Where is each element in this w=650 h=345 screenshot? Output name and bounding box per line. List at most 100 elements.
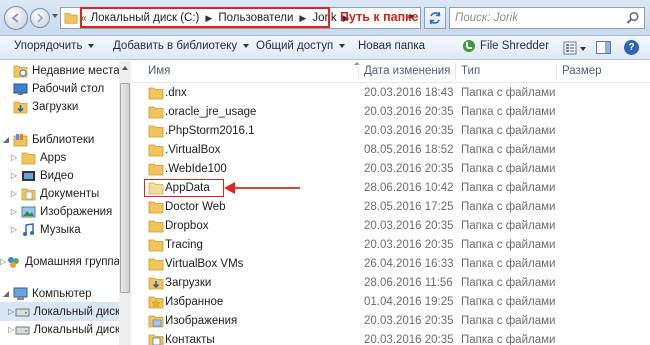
search-input[interactable]: Поиск: Jorik bbox=[449, 7, 645, 29]
recent-pages-dropdown[interactable] bbox=[52, 14, 58, 18]
nav-item-music[interactable]: ▷ Музыка bbox=[0, 220, 120, 239]
collapse-arrow-icon[interactable]: ◢ bbox=[0, 289, 12, 298]
nav-item-label: Рабочий стол bbox=[32, 82, 105, 95]
folder-icon bbox=[148, 87, 164, 100]
file-row[interactable]: Избранное 01.04.2016 19:25 Папка с файла… bbox=[132, 293, 650, 312]
expand-arrow-icon[interactable]: ▷ bbox=[8, 225, 20, 234]
nav-item-homegroup[interactable]: ▷ Домашняя группа bbox=[0, 252, 120, 271]
nav-item-libraries[interactable]: ◢ Библиотеки bbox=[0, 130, 120, 149]
back-button[interactable] bbox=[4, 6, 28, 30]
file-row[interactable]: Контакты 20.03.2016 20:35 Папка с файлам… bbox=[132, 331, 650, 345]
file-name: Tracing bbox=[165, 239, 203, 251]
column-header-type[interactable]: Тип bbox=[461, 65, 480, 77]
scroll-up-icon[interactable] bbox=[122, 66, 128, 70]
expand-arrow-icon[interactable]: ▷ bbox=[8, 171, 20, 180]
column-divider[interactable] bbox=[556, 63, 557, 80]
nav-item-downloads[interactable]: Загрузки bbox=[0, 97, 120, 116]
nav-item-label: Документы bbox=[40, 187, 100, 200]
nav-item-video[interactable]: ▷ Видео bbox=[0, 166, 120, 185]
column-header-date[interactable]: Дата изменения bbox=[364, 65, 450, 77]
column-divider[interactable] bbox=[455, 63, 456, 80]
file-shredder-label: File Shredder bbox=[480, 40, 550, 52]
expand-arrow-icon[interactable]: ▷ bbox=[8, 153, 20, 162]
file-shredder-button[interactable]: File Shredder bbox=[463, 40, 549, 52]
file-name: .dnx bbox=[165, 87, 187, 99]
local-disk-icon bbox=[15, 304, 30, 320]
file-row[interactable]: Tracing 20.03.2016 20:35 Папка с файлами bbox=[132, 236, 650, 255]
expand-arrow-icon[interactable]: ▷ bbox=[8, 207, 20, 216]
recent-places-icon bbox=[12, 63, 28, 79]
view-options-chevron-icon[interactable] bbox=[580, 47, 586, 51]
file-row[interactable]: VirtualBox VMs 26.04.2016 16:33 Папка с … bbox=[132, 255, 650, 274]
new-folder-button[interactable]: Новая папка bbox=[358, 40, 425, 52]
address-dropdown-icon[interactable] bbox=[408, 15, 414, 19]
nav-item-recent-places[interactable]: Недавние места bbox=[0, 61, 120, 80]
file-row[interactable]: .dnx 20.03.2016 18:43 Папка с файлами bbox=[132, 84, 650, 103]
nav-item-documents[interactable]: ▷ Документы bbox=[0, 184, 120, 203]
file-date: 20.03.2016 20:35 bbox=[364, 315, 454, 327]
favorites-folder-icon bbox=[148, 296, 164, 309]
file-date: 28.06.2016 11:56 bbox=[364, 277, 453, 289]
images-icon bbox=[20, 204, 36, 220]
file-date: 20.03.2016 20:35 bbox=[364, 239, 454, 251]
folder-icon bbox=[148, 201, 164, 214]
file-name: Изображения bbox=[165, 315, 238, 327]
libraries-icon bbox=[12, 132, 28, 148]
nav-item-label: Локальный диск bbox=[33, 305, 120, 318]
column-divider[interactable] bbox=[358, 63, 359, 80]
file-date: 20.03.2016 20:35 bbox=[364, 125, 454, 137]
file-type: Папка с файлами bbox=[461, 106, 556, 118]
file-type: Папка с файлами bbox=[461, 201, 556, 213]
collapse-arrow-icon[interactable]: ◢ bbox=[0, 135, 12, 144]
chevron-down-icon bbox=[339, 44, 346, 48]
share-button[interactable]: Общий доступ bbox=[256, 40, 346, 52]
column-header-size[interactable]: Размер bbox=[562, 65, 602, 77]
nav-item-local-disk-c[interactable]: ▷ Локальный диск bbox=[0, 302, 120, 321]
file-name: Контакты bbox=[165, 334, 215, 345]
file-type: Папка с файлами bbox=[461, 87, 556, 99]
nav-item-apps[interactable]: ▷ Apps bbox=[0, 148, 120, 167]
file-name: VirtualBox VMs bbox=[165, 258, 244, 270]
organize-button[interactable]: Упорядочить bbox=[14, 40, 95, 52]
file-row[interactable]: Изображения 20.03.2016 20:35 Папка с фай… bbox=[132, 312, 650, 331]
file-row[interactable]: .VirtualBox 08.05.2016 18:52 Папка с фай… bbox=[132, 141, 650, 160]
refresh-icon bbox=[429, 11, 441, 25]
file-type: Папка с файлами bbox=[461, 296, 556, 308]
file-name: .oracle_jre_usage bbox=[165, 106, 257, 118]
file-row[interactable]: .WebIde100 20.03.2016 20:35 Папка с файл… bbox=[132, 160, 650, 179]
file-row[interactable]: Загрузки 28.06.2016 11:56 Папка с файлам… bbox=[132, 274, 650, 293]
path-highlight-box bbox=[80, 7, 330, 28]
file-date: 20.03.2016 20:35 bbox=[364, 220, 454, 232]
search-icon[interactable] bbox=[626, 11, 640, 25]
nav-item-computer[interactable]: ◢ Компьютер bbox=[0, 284, 120, 303]
nav-item-images[interactable]: ▷ Изображения bbox=[0, 202, 120, 221]
file-type: Папка с файлами bbox=[461, 220, 556, 232]
column-header-name[interactable]: Имя bbox=[148, 65, 170, 77]
file-row-appdata[interactable]: AppData 28.06.2016 10:42 Папка с файлами bbox=[132, 179, 650, 198]
expand-arrow-icon[interactable]: ▷ bbox=[8, 189, 20, 198]
add-to-library-button[interactable]: Добавить в библиотеку bbox=[113, 40, 250, 52]
file-row[interactable]: Dropbox 20.03.2016 20:35 Папка с файлами bbox=[132, 217, 650, 236]
folder-icon bbox=[148, 220, 164, 233]
path-annotation-label: Путь к папке bbox=[340, 10, 419, 24]
help-icon[interactable]: ? bbox=[624, 40, 639, 55]
change-view-icon[interactable] bbox=[563, 41, 577, 55]
file-date: 20.03.2016 20:35 bbox=[364, 106, 454, 118]
documents-icon bbox=[20, 186, 36, 202]
file-name: .VirtualBox bbox=[165, 144, 221, 156]
file-row[interactable]: Doctor Web 28.05.2016 17:25 Папка с файл… bbox=[132, 198, 650, 217]
refresh-button[interactable] bbox=[424, 7, 446, 29]
nav-item-local-disk-2[interactable]: ▷ Локальный диск bbox=[0, 320, 120, 339]
forward-button[interactable] bbox=[30, 8, 50, 28]
preview-pane-button[interactable] bbox=[596, 41, 611, 54]
file-row[interactable]: .oracle_jre_usage 20.03.2016 20:35 Папка… bbox=[132, 103, 650, 122]
file-type: Папка с файлами bbox=[461, 163, 556, 175]
nav-item-desktop[interactable]: Рабочий стол bbox=[0, 79, 120, 98]
file-name: Dropbox bbox=[165, 220, 209, 232]
nav-scrollbar[interactable] bbox=[119, 61, 131, 345]
file-type: Папка с файлами bbox=[461, 277, 556, 289]
scroll-thumb[interactable] bbox=[120, 83, 130, 293]
file-date: 26.04.2016 16:33 bbox=[364, 258, 454, 270]
contacts-folder-icon bbox=[148, 334, 164, 345]
file-row[interactable]: .PhpStorm2016.1 20.03.2016 20:35 Папка с… bbox=[132, 122, 650, 141]
